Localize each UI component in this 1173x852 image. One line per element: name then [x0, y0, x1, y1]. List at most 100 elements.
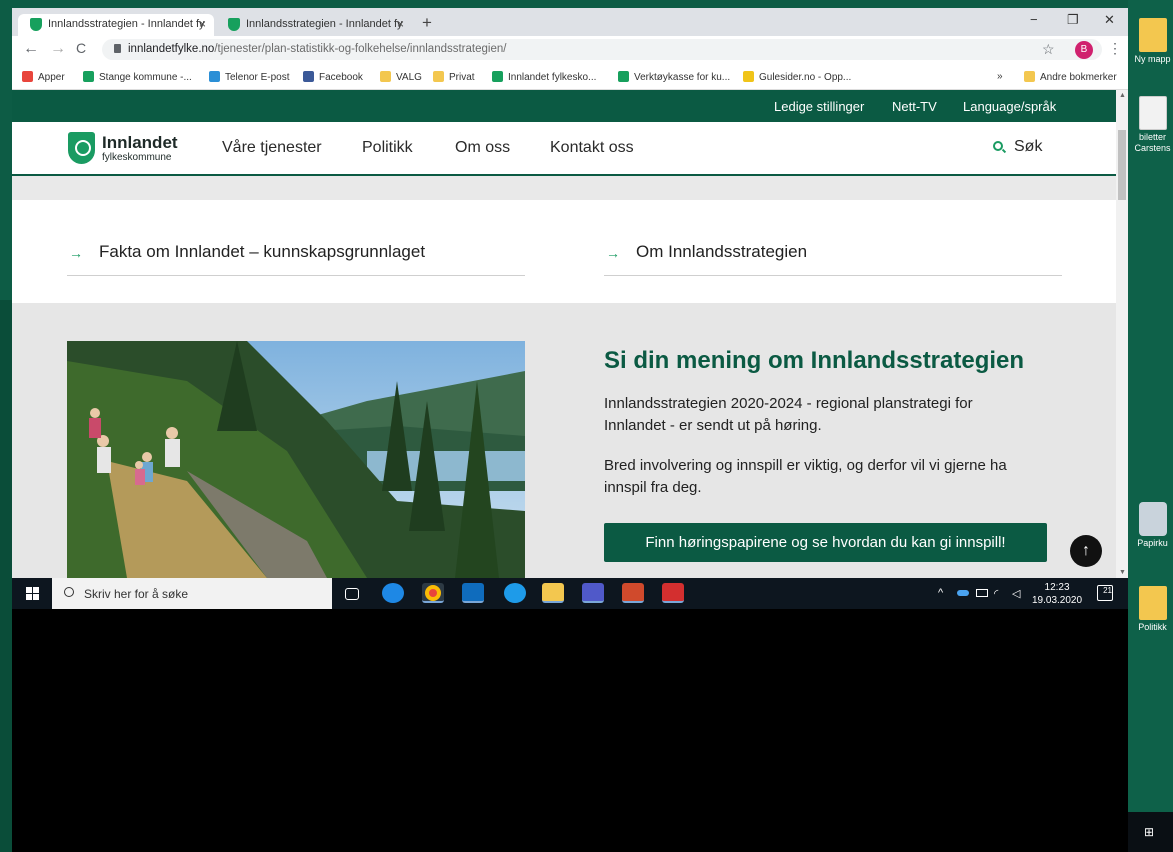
- windows-icon[interactable]: ⊞: [1144, 825, 1154, 839]
- bookmark-label: Privat: [449, 72, 475, 83]
- utility-bar: Ledige stillinger Nett-TV Language/språk: [12, 90, 1116, 122]
- task-view-icon[interactable]: [345, 588, 359, 600]
- bookmark-item[interactable]: Stange kommune -...: [83, 71, 192, 83]
- apps-icon: [22, 71, 33, 82]
- nav-kontakt-oss[interactable]: Kontakt oss: [550, 139, 634, 157]
- skype-icon[interactable]: [504, 583, 526, 603]
- logo-name[interactable]: Innlandet: [102, 133, 178, 153]
- notification-center-icon[interactable]: 21: [1097, 585, 1113, 601]
- tab-title: Innlandsstrategien - Innlandet fy: [246, 18, 403, 30]
- edge-icon[interactable]: [382, 583, 404, 603]
- back-button[interactable]: ←: [23, 40, 39, 58]
- url-input[interactable]: innlandetfylke.no/tjenester/plan-statist…: [102, 39, 1102, 60]
- search-button[interactable]: Søk: [1014, 138, 1042, 156]
- tab-active[interactable]: Innlandsstrategien - Innlandet fy ×: [18, 14, 214, 36]
- minimize-button[interactable]: −: [1030, 12, 1038, 27]
- clock[interactable]: 12:23 19.03.2020: [1032, 581, 1082, 607]
- bookmark-label: Stange kommune -...: [99, 72, 192, 83]
- powerpoint-icon[interactable]: [622, 583, 644, 603]
- shield-icon: [618, 71, 629, 82]
- close-window-button[interactable]: ✕: [1104, 12, 1115, 28]
- back-to-top-button[interactable]: ↑: [1070, 535, 1102, 567]
- cta-button[interactable]: Finn høringspapirene og se hvordan du ka…: [604, 523, 1047, 562]
- desktop-icon-folder[interactable]: Ny mapp: [1132, 18, 1173, 64]
- bookmark-label: Innlandet fylkesko...: [508, 72, 597, 83]
- page-scrollbar[interactable]: ▲ ▼: [1116, 90, 1128, 578]
- bookmark-item[interactable]: Gulesider.no - Opp...: [743, 71, 851, 83]
- tab-inactive[interactable]: Innlandsstrategien - Innlandet fy ×: [216, 14, 412, 36]
- tab-title: Innlandsstrategien - Innlandet fy: [48, 18, 205, 30]
- restore-button[interactable]: ❐: [1067, 12, 1079, 28]
- folder-icon: [380, 71, 391, 82]
- profile-avatar[interactable]: B: [1075, 41, 1093, 59]
- desktop-icon-recycle-bin[interactable]: Papirku: [1132, 502, 1173, 548]
- quick-link-label: Fakta om Innlandet – kunnskapsgrunnlaget: [99, 242, 426, 261]
- close-icon[interactable]: ×: [199, 17, 206, 31]
- chrome-icon[interactable]: [422, 583, 444, 603]
- bookmark-label: Andre bokmerker: [1040, 72, 1117, 83]
- grey-divider-band: [12, 176, 1116, 200]
- promo-paragraph: Innlandsstrategien 2020-2024 - regional …: [604, 395, 973, 434]
- bookmark-item[interactable]: Apper: [22, 71, 65, 83]
- bookmarks-bar: Apper Stange kommune -... Telenor E-post…: [12, 64, 1128, 90]
- battery-icon[interactable]: [976, 589, 988, 597]
- close-icon[interactable]: ×: [397, 17, 404, 31]
- search-icon: [64, 587, 74, 597]
- scroll-down-icon[interactable]: ▼: [1119, 569, 1126, 576]
- lock-icon: [114, 44, 121, 53]
- desktop-icon-pdf[interactable]: biletter Carstens: [1132, 96, 1173, 154]
- desktop-icon-label: Politikk: [1138, 622, 1167, 632]
- other-bookmarks[interactable]: Andre bokmerker: [1024, 71, 1117, 83]
- main-navigation: Innlandet fylkeskommune Våre tjenester P…: [12, 122, 1116, 176]
- onedrive-icon[interactable]: [957, 590, 969, 596]
- recycle-bin-icon: [1138, 502, 1167, 536]
- shield-icon: [30, 18, 42, 31]
- web-page: Ledige stillinger Nett-TV Language/språk…: [12, 90, 1116, 578]
- logo-icon[interactable]: [68, 132, 95, 164]
- bookmark-item[interactable]: Telenor E-post: [209, 71, 289, 83]
- reload-button[interactable]: C: [76, 40, 86, 56]
- teams-icon[interactable]: [582, 583, 604, 603]
- bookmarks-overflow-button[interactable]: »: [997, 71, 1003, 82]
- shield-icon: [83, 71, 94, 82]
- bookmark-item[interactable]: Innlandet fylkesko...: [492, 71, 596, 83]
- desktop-icon-label: biletter Carstens: [1134, 132, 1171, 153]
- acrobat-icon[interactable]: [662, 583, 684, 603]
- tray-caret-icon[interactable]: ^: [938, 587, 943, 599]
- file-explorer-icon[interactable]: [542, 583, 564, 603]
- shield-icon: [228, 18, 240, 31]
- desktop-icon-politikk[interactable]: Politikk: [1132, 586, 1173, 632]
- bookmark-item[interactable]: VALG: [380, 71, 422, 83]
- link-ledige-stillinger[interactable]: Ledige stillinger: [774, 99, 864, 114]
- volume-icon[interactable]: ◁: [1012, 587, 1020, 600]
- url-host: innlandetfylke.no: [128, 43, 215, 55]
- outlook-icon[interactable]: [462, 583, 484, 603]
- url-path: /tjenester/plan-statistikk-og-folkehelse…: [214, 43, 507, 55]
- quick-link-fakta[interactable]: → Fakta om Innlandet – kunnskapsgrunnlag…: [67, 242, 525, 276]
- link-nett-tv[interactable]: Nett-TV: [892, 99, 937, 114]
- folder-icon: [1138, 586, 1167, 620]
- new-tab-button[interactable]: +: [422, 13, 432, 33]
- bookmark-star-icon[interactable]: ☆: [1042, 41, 1055, 58]
- address-bar-row: ← → C innlandetfylke.no/tjenester/plan-s…: [12, 36, 1128, 64]
- quick-link-om-strategien[interactable]: → Om Innlandsstrategien: [604, 242, 1062, 276]
- scrollbar-thumb[interactable]: [1118, 130, 1126, 200]
- start-button[interactable]: [26, 587, 40, 601]
- forward-button[interactable]: →: [50, 40, 66, 58]
- bookmark-item[interactable]: Verktøykasse for ku...: [618, 71, 730, 83]
- gulesider-icon: [743, 71, 754, 82]
- wifi-icon[interactable]: ◜: [994, 587, 998, 600]
- scroll-up-icon[interactable]: ▲: [1119, 92, 1126, 99]
- bookmark-item[interactable]: Privat: [433, 71, 475, 83]
- bookmark-label: Apper: [38, 72, 65, 83]
- nav-vare-tjenester[interactable]: Våre tjenester: [222, 139, 322, 157]
- facebook-icon: [303, 71, 314, 82]
- pdf-file-icon: [1138, 96, 1167, 130]
- browser-menu-icon[interactable]: ⋮: [1108, 40, 1122, 57]
- search-icon[interactable]: [993, 141, 1003, 151]
- bookmark-item[interactable]: Facebook: [303, 71, 363, 83]
- nav-om-oss[interactable]: Om oss: [455, 139, 510, 157]
- taskbar-search-input[interactable]: Skriv her for å søke: [52, 578, 332, 609]
- nav-politikk[interactable]: Politikk: [362, 139, 413, 157]
- link-language[interactable]: Language/språk: [963, 99, 1056, 114]
